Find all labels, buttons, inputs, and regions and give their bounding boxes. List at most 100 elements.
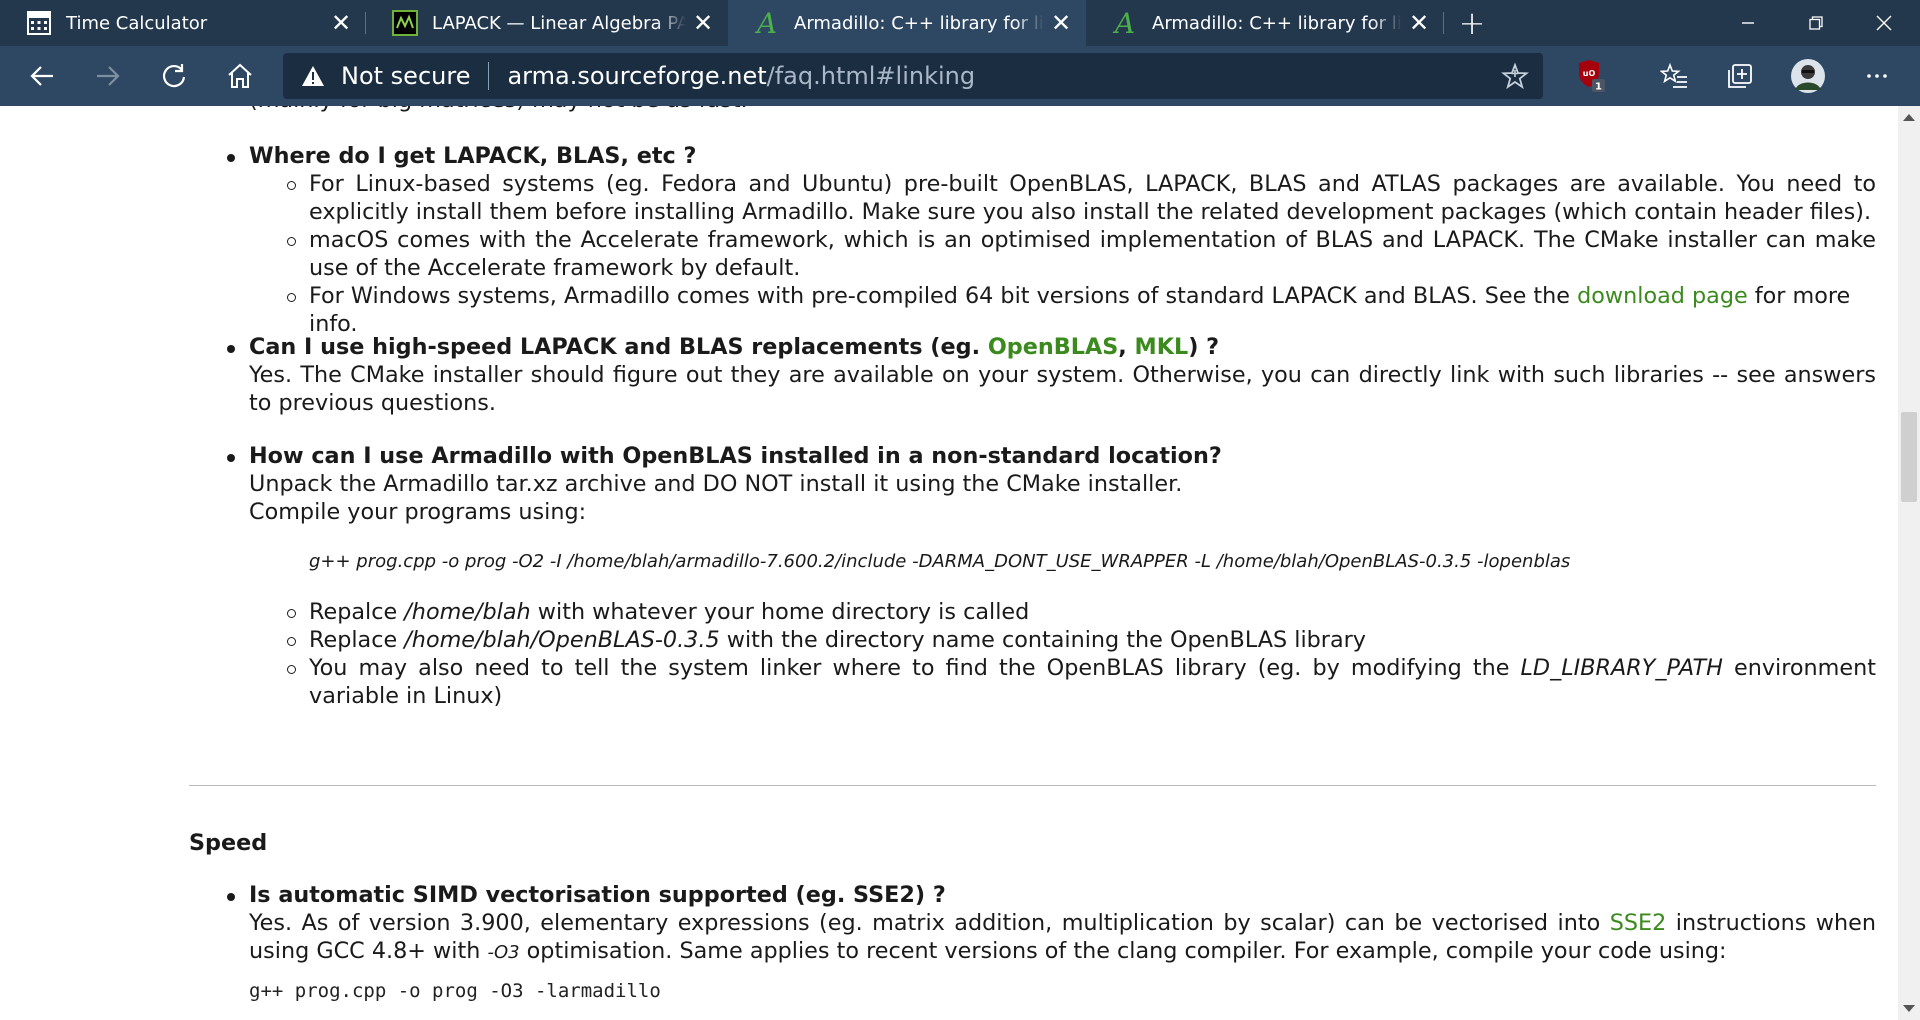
italic-flag: -O3: [487, 942, 520, 963]
faq-question: Can I use high-speed LAPACK and BLAS rep…: [249, 333, 1876, 361]
list-item: You may also need to tell the system lin…: [287, 654, 1876, 710]
circle-bullet: [287, 181, 296, 190]
section-title-speed: Speed: [189, 830, 268, 856]
openblas-link[interactable]: OpenBLAS: [988, 334, 1118, 360]
ublock-shield-icon: uO 1: [1579, 60, 1605, 93]
close-tab-icon[interactable]: ✕: [1044, 6, 1078, 40]
close-icon: [1876, 15, 1892, 31]
answer-text: Yes. As of version 3.900, elementary exp…: [249, 910, 1610, 936]
tab-armadillo[interactable]: A Armadillo: C++ library for linear alge…: [1086, 0, 1444, 46]
forward-button[interactable]: [86, 54, 130, 98]
sub-list: Repalce /home/blah with whatever your ho…: [287, 598, 1876, 710]
ublock-extension-button[interactable]: uO 1: [1568, 54, 1612, 98]
question-text: ) ?: [1188, 334, 1220, 360]
sub-list: For Linux-based systems (eg. Fedora and …: [287, 170, 1876, 338]
section-divider: [189, 785, 1876, 786]
italic-path: /home/blah/OpenBLAS-0.3.5: [404, 627, 720, 653]
mkl-link[interactable]: MKL: [1135, 334, 1189, 360]
cut-off-text: (mainly for big matrices) may not be as …: [249, 106, 748, 114]
list-item: Replace /home/blah/OpenBLAS-0.3.5 with t…: [287, 626, 1876, 654]
tab-title: Armadillo: C++ library for linear algebr…: [794, 12, 1044, 34]
address-divider: [488, 62, 490, 90]
bullet: [227, 454, 235, 462]
italic-env-var: LD_LIBRARY_PATH: [1520, 655, 1723, 681]
faq-item-get-lapack: Where do I get LAPACK, BLAS, etc ? For L…: [227, 142, 1876, 338]
list-item: macOS comes with the Accelerate framewor…: [287, 226, 1876, 282]
question-text: ,: [1118, 334, 1135, 360]
refresh-icon: [162, 64, 186, 88]
tab-title: Armadillo: C++ library for linear algebr…: [1152, 12, 1402, 34]
tab-separator: [1443, 12, 1444, 34]
scroll-down-arrow-icon[interactable]: [1903, 1005, 1915, 1012]
url-host[interactable]: arma.sourceforge.net: [507, 62, 766, 90]
bullet: [227, 154, 235, 162]
tab-armadillo-active[interactable]: A Armadillo: C++ library for linear alge…: [728, 0, 1086, 46]
compile-command: g++ prog.cpp -o prog -O3 -larmadillo: [249, 980, 661, 1002]
address-bar[interactable]: Not secure arma.sourceforge.net/faq.html…: [283, 53, 1543, 99]
circle-bullet: [287, 637, 296, 646]
tab-strip: Time Calculator ✕ LAPACK — Linear Algebr…: [0, 0, 1920, 46]
italic-path: /home/blah: [404, 599, 531, 625]
list-item-text: For Windows systems, Armadillo comes wit…: [309, 283, 1578, 309]
faq-answer-line: Compile your programs using:: [249, 499, 587, 525]
minimize-button[interactable]: [1714, 0, 1782, 46]
extension-badge-count: 1: [1595, 82, 1602, 93]
circle-bullet: [287, 609, 296, 618]
close-tab-icon[interactable]: ✕: [324, 6, 358, 40]
circle-bullet: [287, 237, 296, 246]
collections-button[interactable]: [1718, 54, 1762, 98]
security-label[interactable]: Not secure: [341, 62, 470, 90]
vertical-scrollbar[interactable]: [1898, 106, 1920, 1020]
back-button[interactable]: [20, 54, 64, 98]
favorites-list-icon: [1660, 62, 1687, 88]
close-window-button[interactable]: [1850, 0, 1918, 46]
sse2-link[interactable]: SSE2: [1610, 910, 1667, 936]
scroll-up-arrow-icon[interactable]: [1903, 114, 1915, 121]
compile-command: g++ prog.cpp -o prog -O2 -I /home/blah/a…: [309, 551, 1571, 572]
close-tab-icon[interactable]: ✕: [686, 6, 720, 40]
bullet: [227, 893, 235, 901]
refresh-button[interactable]: [152, 54, 196, 98]
circle-bullet: [287, 665, 296, 674]
list-item-text: macOS comes with the Accelerate framewor…: [309, 227, 1876, 281]
list-item: For Linux-based systems (eg. Fedora and …: [287, 170, 1876, 226]
collections-icon: [1728, 64, 1752, 88]
faq-answer-line: Unpack the Armadillo tar.xz archive and …: [249, 471, 1183, 497]
faq-question: Is automatic SIMD vectorisation supporte…: [249, 882, 946, 908]
avatar-icon: [1791, 59, 1825, 93]
calculator-icon: [26, 10, 52, 36]
list-item-text: Repalce: [309, 599, 405, 625]
tab-lapack[interactable]: LAPACK — Linear Algebra PACKage ✕: [366, 0, 728, 46]
tab-time-calculator[interactable]: Time Calculator ✕: [0, 0, 366, 46]
restore-button[interactable]: [1782, 0, 1850, 46]
warning-triangle-icon[interactable]: [301, 65, 327, 87]
home-button[interactable]: [218, 54, 262, 98]
tab-title: LAPACK — Linear Algebra PACKage: [432, 12, 686, 34]
list-item-text: You may also need to tell the system lin…: [309, 655, 1521, 681]
circle-bullet: [287, 293, 296, 302]
list-item: Repalce /home/blah with whatever your ho…: [287, 598, 1876, 626]
list-item-text: Replace: [309, 627, 405, 653]
minimize-icon: [1742, 22, 1754, 24]
faq-item-openblas-location: How can I use Armadillo with OpenBLAS in…: [227, 442, 1876, 710]
list-item-text: For Linux-based systems (eg. Fedora and …: [309, 171, 1876, 225]
favorite-star-icon[interactable]: [1501, 62, 1529, 90]
question-text: Can I use high-speed LAPACK and BLAS rep…: [249, 334, 988, 360]
profile-avatar[interactable]: [1786, 54, 1830, 98]
restore-icon: [1809, 16, 1823, 30]
more-dots-icon: [1867, 74, 1887, 78]
close-tab-icon[interactable]: ✕: [1402, 6, 1436, 40]
download-page-link[interactable]: download page: [1577, 283, 1748, 309]
faq-item-simd: Is automatic SIMD vectorisation supporte…: [227, 881, 1876, 1005]
list-item: For Windows systems, Armadillo comes wit…: [287, 282, 1876, 338]
favorites-button[interactable]: [1652, 54, 1696, 98]
settings-more-button[interactable]: [1855, 54, 1899, 98]
home-icon: [228, 63, 252, 88]
scrollbar-thumb[interactable]: [1901, 412, 1917, 502]
forward-arrow-icon: [97, 66, 120, 86]
browser-toolbar: Not secure arma.sourceforge.net/faq.html…: [0, 46, 1920, 106]
new-tab-button[interactable]: +: [1449, 0, 1495, 46]
url-path[interactable]: /faq.html#linking: [767, 62, 975, 90]
list-item-text: with the directory name containing the O…: [719, 627, 1366, 653]
list-item-text: with whatever your home directory is cal…: [530, 599, 1030, 625]
